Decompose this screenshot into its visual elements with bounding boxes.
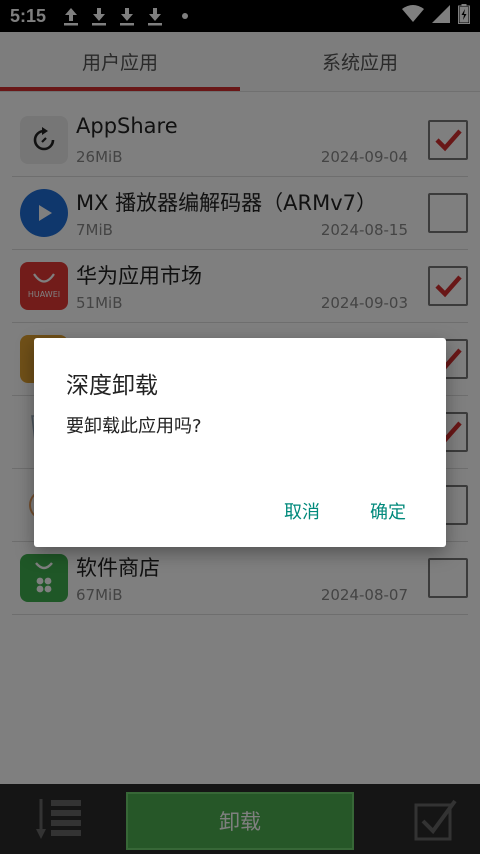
uninstall-dialog: 深度卸载 要卸载此应用吗? 取消 确定 bbox=[34, 338, 446, 547]
cancel-button[interactable]: 取消 bbox=[284, 498, 320, 524]
dialog-message: 要卸载此应用吗? bbox=[66, 416, 202, 437]
dialog-title: 深度卸载 bbox=[66, 373, 158, 399]
confirm-button[interactable]: 确定 bbox=[370, 498, 406, 524]
